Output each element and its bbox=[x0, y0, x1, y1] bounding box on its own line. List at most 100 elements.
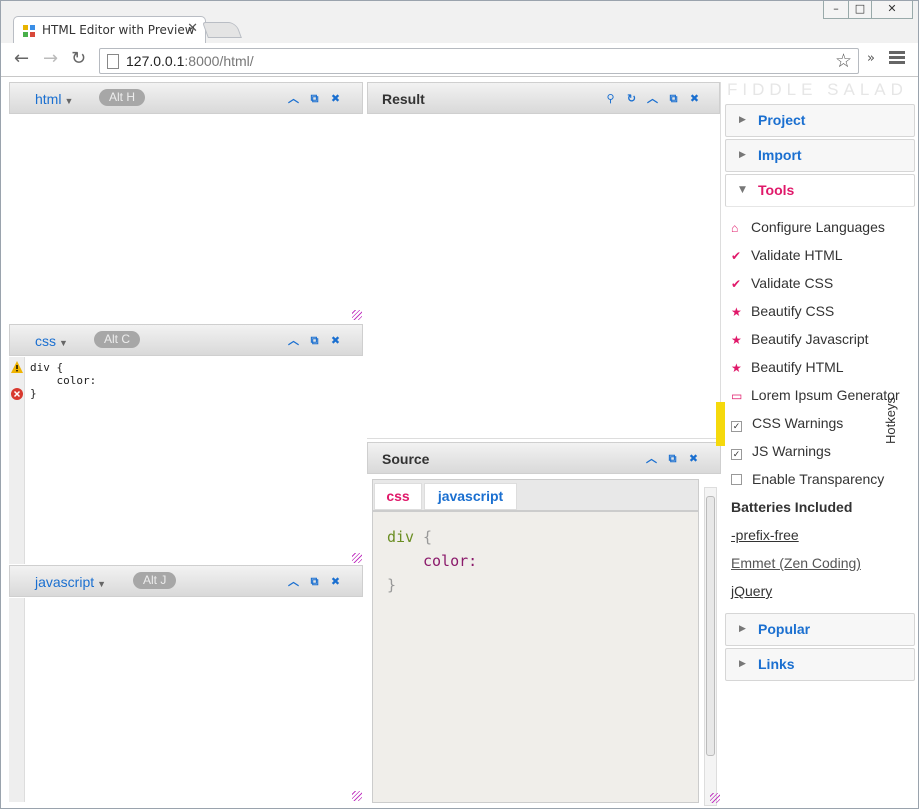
address-bar[interactable]: 127.0.0.1:8000/html/ ☆ bbox=[99, 48, 859, 74]
close-icon[interactable]: ✖ bbox=[684, 92, 705, 105]
javascript-language-dropdown[interactable]: javascript ▼ bbox=[35, 574, 106, 590]
link-prefix-free[interactable]: -prefix-free bbox=[731, 527, 799, 543]
minimize-button[interactable]: – bbox=[823, 1, 849, 19]
tool-label: Beautify CSS bbox=[751, 303, 835, 319]
tool-beautify-css[interactable]: ★ Beautify CSS bbox=[731, 303, 834, 325]
editor-gutter bbox=[9, 357, 25, 564]
resize-handle[interactable] bbox=[352, 791, 362, 801]
css-panel-header: css ▼ Alt C ︿ ⧉ ✖ bbox=[9, 324, 363, 356]
menu-icon[interactable] bbox=[889, 51, 905, 66]
hotkey-badge: Alt C bbox=[94, 331, 141, 348]
tool-label: Beautify HTML bbox=[751, 359, 844, 375]
scrollbar-thumb[interactable] bbox=[706, 496, 715, 756]
hotkeys-tab[interactable]: Hotkeys bbox=[883, 393, 905, 455]
extensions-chevron-icon[interactable]: » bbox=[867, 51, 875, 66]
caret-down-icon: ▼ bbox=[59, 338, 68, 348]
collapse-icon[interactable]: ︿ bbox=[283, 90, 304, 106]
close-icon[interactable]: ✖ bbox=[325, 575, 346, 588]
section-project-label: Project bbox=[758, 112, 806, 128]
resize-handle[interactable] bbox=[352, 553, 362, 563]
tool-label: Lorem Ipsum Generator bbox=[751, 387, 900, 403]
maximize-button[interactable]: □ bbox=[848, 1, 872, 19]
browser-window: HTML Editor with Preview ✕ – □ ✕ ← → ↻ 1… bbox=[0, 0, 919, 809]
section-project[interactable]: ▶ Project bbox=[725, 104, 915, 137]
resize-handle[interactable] bbox=[352, 310, 362, 320]
tool-configure-languages[interactable]: ⌂ Configure Languages bbox=[731, 219, 885, 241]
star-icon: ★ bbox=[731, 333, 742, 347]
search-icon[interactable]: ⚲ bbox=[600, 92, 621, 105]
bookmark-star-icon[interactable]: ☆ bbox=[835, 50, 852, 72]
result-title: Result bbox=[382, 91, 425, 107]
option-enable-transparency[interactable]: Enable Transparency bbox=[731, 471, 884, 493]
caret-right-icon: ▶ bbox=[739, 624, 746, 634]
code-brace-close: } bbox=[387, 576, 397, 594]
popout-icon[interactable]: ⧉ bbox=[304, 334, 325, 348]
caret-right-icon: ▶ bbox=[739, 115, 746, 125]
close-tab-icon[interactable]: ✕ bbox=[187, 21, 198, 36]
tool-label: Beautify Javascript bbox=[751, 331, 869, 347]
tool-beautify-javascript[interactable]: ★ Beautify Javascript bbox=[731, 331, 869, 353]
option-js-warnings[interactable]: ✓ JS Warnings bbox=[731, 443, 831, 465]
tool-beautify-html[interactable]: ★ Beautify HTML bbox=[731, 359, 844, 381]
section-import-label: Import bbox=[758, 147, 802, 163]
popout-icon[interactable]: ⧉ bbox=[304, 575, 325, 589]
close-icon[interactable]: ✖ bbox=[325, 92, 346, 105]
popout-icon[interactable]: ⧉ bbox=[662, 452, 683, 466]
collapse-icon[interactable]: ︿ bbox=[641, 450, 662, 466]
batteries-heading: Batteries Included bbox=[731, 499, 853, 515]
close-icon[interactable]: ✖ bbox=[683, 452, 704, 465]
hotkeys-label: Hotkeys bbox=[882, 397, 898, 444]
collapse-icon[interactable]: ︿ bbox=[283, 573, 304, 589]
browser-toolbar: ← → ↻ 127.0.0.1:8000/html/ ☆ » bbox=[1, 43, 918, 77]
tool-lorem-ipsum[interactable]: ▭ Lorem Ipsum Generator bbox=[731, 387, 900, 409]
option-css-warnings[interactable]: ✓ CSS Warnings bbox=[731, 415, 843, 437]
section-popular-label: Popular bbox=[758, 621, 811, 637]
code-brace-open: { bbox=[423, 528, 433, 546]
tool-validate-html[interactable]: ✔ Validate HTML bbox=[731, 247, 843, 269]
css-label: css bbox=[35, 333, 56, 349]
javascript-panel: javascript ▼ Alt J ︿ ⧉ ✖ bbox=[9, 565, 363, 802]
css-language-dropdown[interactable]: css ▼ bbox=[35, 333, 68, 349]
popout-icon[interactable]: ⧉ bbox=[304, 92, 325, 106]
close-icon[interactable]: ✖ bbox=[325, 334, 346, 347]
transparency-checkbox[interactable] bbox=[731, 474, 742, 485]
tab-css[interactable]: css bbox=[374, 483, 422, 510]
section-import[interactable]: ▶ Import bbox=[725, 139, 915, 172]
section-tools-label: Tools bbox=[758, 182, 795, 198]
source-tabs: css javascript bbox=[372, 479, 699, 511]
link-jquery[interactable]: jQuery bbox=[731, 583, 772, 599]
check-icon: ✔ bbox=[731, 249, 742, 263]
link-emmet[interactable]: Emmet (Zen Coding) bbox=[731, 555, 861, 571]
sidebar: FIDDLE SALAD ▶ Project ▶ Import ▼ Tools … bbox=[725, 80, 915, 690]
popout-icon[interactable]: ⧉ bbox=[663, 92, 684, 106]
js-warnings-checkbox[interactable]: ✓ bbox=[731, 449, 742, 460]
collapse-icon[interactable]: ︿ bbox=[642, 90, 663, 106]
close-window-button[interactable]: ✕ bbox=[871, 1, 913, 19]
tab-javascript[interactable]: javascript bbox=[424, 483, 517, 510]
url-path: :8000/html/ bbox=[184, 53, 254, 69]
html-language-dropdown[interactable]: html ▼ bbox=[35, 91, 73, 107]
section-popular[interactable]: ▶ Popular bbox=[725, 613, 915, 646]
css-warnings-checkbox[interactable]: ✓ bbox=[731, 421, 742, 432]
browser-tab[interactable]: HTML Editor with Preview ✕ bbox=[13, 16, 206, 44]
reload-icon[interactable]: ↻ bbox=[71, 49, 86, 69]
result-panel-header: Result ⚲ ↻ ︿ ⧉ ✖ bbox=[367, 82, 720, 114]
tool-validate-css[interactable]: ✔ Validate CSS bbox=[731, 275, 833, 297]
back-arrow-icon[interactable]: ← bbox=[14, 49, 29, 69]
source-panel: Source ︿ ⧉ ✖ css javascript div { color: } bbox=[367, 442, 721, 806]
collapse-icon[interactable]: ︿ bbox=[283, 332, 304, 348]
speech-bubble-icon: ▭ bbox=[731, 389, 743, 403]
forward-arrow-icon[interactable]: → bbox=[43, 49, 58, 69]
section-tools[interactable]: ▼ Tools bbox=[725, 174, 915, 207]
css-code[interactable]: div { color: } bbox=[30, 361, 96, 400]
warning-icon bbox=[11, 361, 23, 373]
new-tab-button[interactable] bbox=[202, 22, 242, 38]
refresh-icon[interactable]: ↻ bbox=[621, 92, 642, 105]
section-links[interactable]: ▶ Links bbox=[725, 648, 915, 681]
vertical-scrollbar[interactable] bbox=[704, 487, 717, 806]
hotkey-badge: Alt J bbox=[133, 572, 177, 589]
source-title: Source bbox=[382, 451, 430, 467]
star-icon: ★ bbox=[731, 305, 742, 319]
favicon-icon bbox=[23, 25, 35, 37]
resize-handle[interactable] bbox=[710, 793, 720, 803]
